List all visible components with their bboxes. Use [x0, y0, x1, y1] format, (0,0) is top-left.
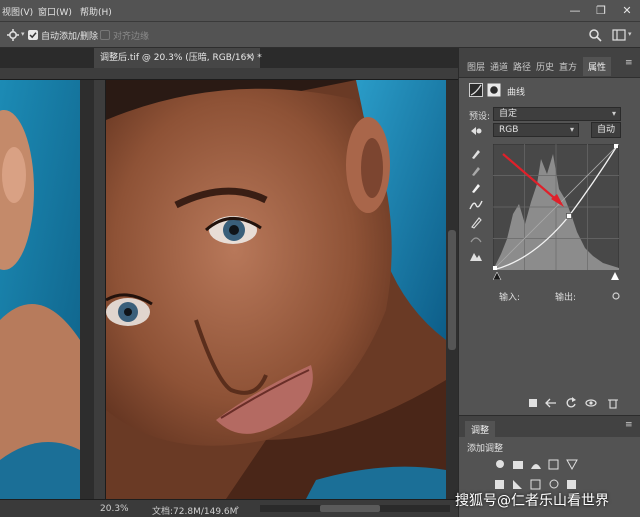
- panel-menu-icon[interactable]: ≡: [625, 420, 633, 430]
- minimize-button[interactable]: —: [562, 0, 588, 22]
- panel-title: 曲线: [507, 88, 526, 98]
- input-label: 输入:: [499, 293, 521, 303]
- tab-adjustments[interactable]: 调整: [465, 421, 496, 438]
- curve-point[interactable]: [566, 213, 572, 219]
- visibility-eye-icon[interactable]: [585, 397, 597, 409]
- status-bar: 20.3% 文档:72.8M/149.6M ›: [0, 499, 458, 517]
- chevron-down-icon: ▾: [569, 125, 574, 134]
- panel-tab-bar: 图层 通道 路径 历史 直方 属性 ≡: [459, 48, 640, 78]
- curve-edit-icon[interactable]: [469, 198, 483, 212]
- document-tab[interactable]: 调整后.tif @ 20.3% (压暗, RGB/16*) * ×: [94, 48, 262, 68]
- brightness-icon[interactable]: [496, 460, 504, 468]
- black-eyedropper-icon[interactable]: [469, 146, 483, 160]
- target-adjust-icon[interactable]: [469, 125, 483, 137]
- auto-add-delete-label: 自动添加/删除: [41, 32, 99, 42]
- vertical-ruler: [94, 80, 106, 499]
- options-icon[interactable]: [609, 290, 623, 302]
- tab-paths[interactable]: 路径: [513, 60, 531, 73]
- horizontal-scrollbar-thumb[interactable]: [320, 505, 380, 512]
- menu-window[interactable]: 窗口(W): [38, 5, 72, 18]
- add-adjustment-label: 添加调整: [467, 444, 504, 454]
- left-document-image: [0, 80, 80, 499]
- input-slider-track[interactable]: [493, 272, 619, 280]
- tab-histogram[interactable]: 直方: [559, 60, 577, 73]
- menu-help[interactable]: 帮助(H): [80, 5, 112, 18]
- search-icon[interactable]: [588, 28, 602, 42]
- auto-add-delete-checkbox[interactable]: [28, 30, 38, 40]
- mask-icon[interactable]: [487, 83, 501, 97]
- panel-dock: 图层 通道 路径 历史 直方 属性 ≡ 曲线 预设: 自定 ▾ RGB ▾ 自动…: [458, 48, 640, 517]
- curve-endpoint-black[interactable]: [493, 266, 497, 270]
- smooth-icon[interactable]: [469, 232, 483, 246]
- close-button[interactable]: ✕: [614, 0, 640, 22]
- exposure-icon[interactable]: [548, 459, 559, 470]
- clipping-warning-icon[interactable]: [469, 249, 483, 263]
- horizontal-ruler: [0, 68, 458, 80]
- view-previous-icon[interactable]: [545, 397, 557, 409]
- workspace-icon[interactable]: [612, 28, 626, 42]
- channel-value: RGB: [499, 125, 519, 135]
- close-icon[interactable]: ×: [246, 48, 254, 68]
- color-balance-icon[interactable]: [513, 480, 522, 489]
- chevron-right-icon[interactable]: ›: [236, 503, 239, 512]
- tab-layers[interactable]: 图层: [467, 60, 485, 73]
- vibrance-icon[interactable]: [566, 459, 578, 471]
- curves-icon[interactable]: [531, 464, 541, 469]
- preset-label: 预设:: [469, 112, 491, 122]
- trash-icon[interactable]: [607, 397, 619, 409]
- adjustment-icons-row-2: [495, 479, 576, 490]
- document-info: 文档:72.8M/149.6M: [152, 507, 238, 517]
- preset-select[interactable]: 自定 ▾: [493, 107, 621, 121]
- watermark-text: 搜狐号@仁者乐山看世界: [455, 493, 609, 509]
- options-bar: ▾ 自动添加/删除 对齐边缘 ▾: [0, 22, 640, 48]
- tab-channels[interactable]: 通道: [490, 60, 508, 73]
- horizontal-scrollbar[interactable]: [260, 505, 450, 512]
- chevron-down-icon[interactable]: ▾: [21, 30, 25, 38]
- adjustments-tab-bar: 调整 ≡: [459, 415, 640, 438]
- canvas-area[interactable]: [0, 68, 458, 499]
- gray-eyedropper-icon[interactable]: [469, 163, 483, 177]
- scrollbar-thumb[interactable]: [448, 230, 456, 350]
- align-edges-label: 对齐边缘: [113, 32, 150, 42]
- align-edges-checkbox[interactable]: [100, 30, 110, 40]
- white-eyedropper-icon[interactable]: [469, 180, 483, 194]
- left-document-ruler: [80, 80, 94, 499]
- restore-button[interactable]: ❐: [588, 0, 614, 22]
- document-tab-title: 调整后.tif @ 20.3% (压暗, RGB/16*) *: [100, 53, 262, 63]
- adjustment-icons-row: [496, 459, 578, 471]
- reset-icon[interactable]: [565, 397, 577, 409]
- chevron-down-icon: ▾: [611, 109, 616, 118]
- panel-menu-icon[interactable]: ≡: [625, 58, 633, 68]
- tab-properties[interactable]: 属性: [583, 57, 612, 76]
- chevron-down-icon[interactable]: ▾: [628, 30, 632, 38]
- curves-graph[interactable]: [493, 144, 619, 270]
- pencil-icon[interactable]: [469, 215, 483, 229]
- portrait-image: [106, 80, 446, 499]
- zoom-level[interactable]: 20.3%: [100, 504, 129, 514]
- channel-select[interactable]: RGB ▾: [493, 123, 579, 137]
- black-white-icon[interactable]: [530, 479, 541, 490]
- menu-bar: 视图(V) 窗口(W) 帮助(H) — ❐ ✕: [0, 0, 640, 22]
- panel-footer: [519, 396, 639, 410]
- output-label: 输出:: [555, 293, 577, 303]
- hue-saturation-icon[interactable]: [495, 480, 504, 489]
- channel-mixer-icon[interactable]: [567, 480, 576, 489]
- document-tab-strip: 调整后.tif @ 20.3% (压暗, RGB/16*) * ×: [0, 48, 458, 68]
- auto-button[interactable]: 自动: [591, 122, 621, 138]
- gear-icon[interactable]: [6, 28, 20, 42]
- menu-view[interactable]: 视图(V): [2, 5, 33, 18]
- clip-to-layer-icon[interactable]: [527, 397, 539, 409]
- curves-adjustment-icon: [469, 83, 483, 97]
- levels-icon[interactable]: [513, 461, 523, 469]
- preset-value: 自定: [499, 109, 518, 119]
- curve-endpoint-white[interactable]: [614, 144, 618, 148]
- tab-history[interactable]: 历史: [536, 60, 554, 73]
- properties-panel: 曲线 预设: 自定 ▾ RGB ▾ 自动 输入: 输出:: [459, 78, 640, 410]
- vertical-scrollbar[interactable]: [446, 80, 458, 499]
- photo-filter-icon[interactable]: [549, 479, 559, 489]
